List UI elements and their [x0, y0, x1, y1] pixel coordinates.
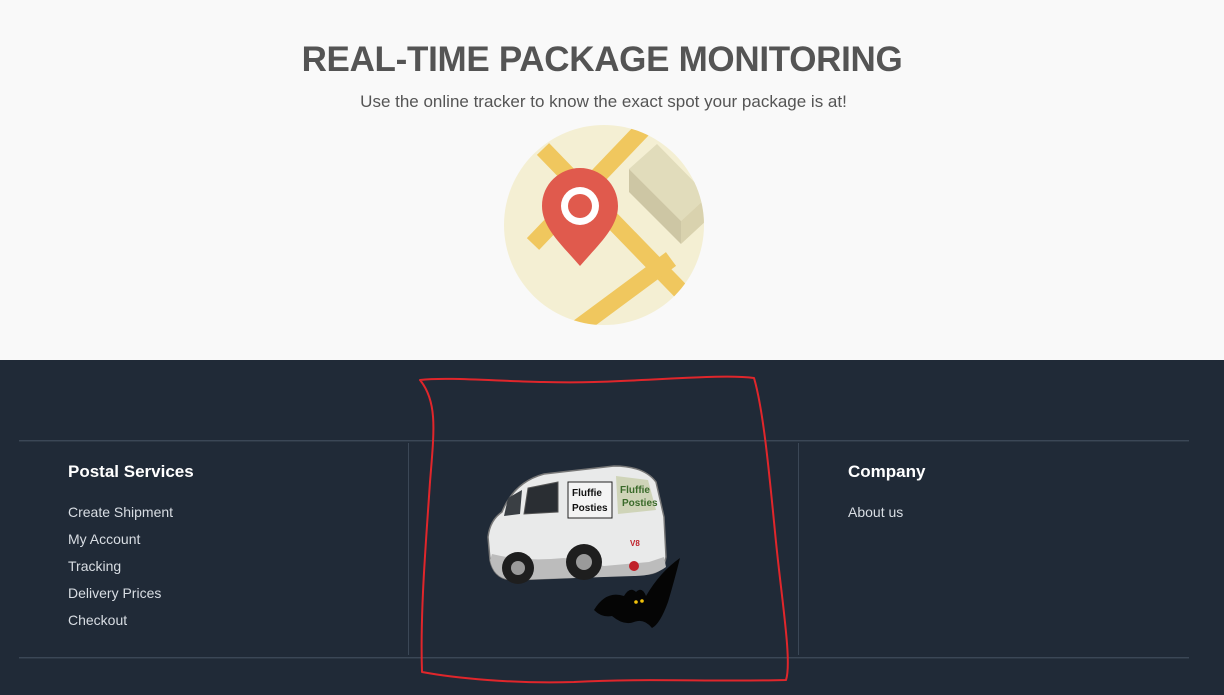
hero-subtitle: Use the online tracker to know the exact… [360, 92, 847, 111]
postal-services-title: Postal Services [68, 462, 194, 481]
company-column: Company About us [848, 462, 925, 531]
list-item: Checkout [68, 612, 194, 639]
van-plate-text: V8 [630, 539, 640, 548]
van-and-bat-logo: Fluffie Posties Fluffie Posties V8 [487, 465, 680, 628]
create-shipment-link[interactable]: Create Shipment [68, 504, 173, 520]
list-item: My Account [68, 531, 194, 558]
postal-services-column: Postal Services Create Shipment My Accou… [68, 462, 194, 639]
map-location-pin-icon [504, 125, 704, 325]
about-us-link[interactable]: About us [848, 504, 903, 520]
company-links: About us [848, 504, 925, 531]
company-title: Company [848, 462, 926, 481]
footer-divider-bottom [19, 657, 1189, 659]
hero-section: REAL-TIME PACKAGE MONITORING Use the onl… [0, 0, 1224, 360]
list-item: About us [848, 504, 925, 531]
my-account-link[interactable]: My Account [68, 531, 140, 547]
column-divider [408, 443, 409, 655]
list-item: Delivery Prices [68, 585, 194, 612]
footer-divider-top [19, 440, 1189, 442]
van-sign-text: Fluffie [572, 488, 602, 499]
column-divider [798, 443, 799, 655]
checkout-link[interactable]: Checkout [68, 612, 127, 628]
hero-title: REAL-TIME PACKAGE MONITORING [301, 40, 903, 79]
list-item: Create Shipment [68, 504, 194, 531]
tracking-link[interactable]: Tracking [68, 558, 121, 574]
delivery-prices-link[interactable]: Delivery Prices [68, 585, 161, 601]
list-item: Tracking [68, 558, 194, 585]
postal-services-links: Create Shipment My Account Tracking Deli… [68, 504, 194, 639]
van-sign-text: Posties [622, 498, 658, 509]
van-sign-text: Posties [572, 503, 608, 514]
van-sign-text: Fluffie [620, 485, 650, 496]
